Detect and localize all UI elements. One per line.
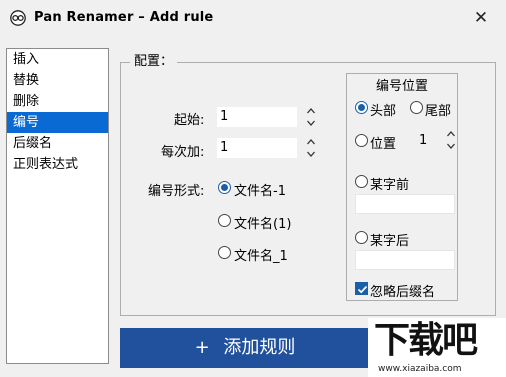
after-char-label[interactable]: 某字后 <box>370 230 409 249</box>
start-input[interactable]: 1 <box>217 107 297 127</box>
format-label: 编号形式: <box>148 184 205 199</box>
step-label: 每次加: <box>161 145 205 160</box>
list-item-replace[interactable]: 替换 <box>7 70 108 91</box>
config-panel: 配置： 起始: 1 每次加: 1 编号形式: 文件名-1 文件名(1) 文件名_… <box>120 48 500 316</box>
rule-type-list[interactable]: 插入 替换 删除 编号 后缀名 正则表达式 <box>6 48 109 364</box>
position-radio-after-char[interactable] <box>355 231 368 244</box>
format-option-underscore[interactable]: 文件名_1 <box>234 245 288 264</box>
add-rule-label: 添加规则 <box>223 337 296 358</box>
format-radio-underscore[interactable] <box>218 246 231 259</box>
position-group-title: 编号位置 <box>372 79 433 95</box>
watermark-url: www.xiazaiba.com <box>378 364 462 374</box>
format-radio-dash[interactable] <box>218 181 231 194</box>
position-head-label[interactable]: 头部 <box>370 100 396 119</box>
watermark-logo: 下载吧 www.xiazaiba.com <box>368 318 506 377</box>
position-radio-tail[interactable] <box>410 101 423 114</box>
list-item-extension[interactable]: 后缀名 <box>7 133 108 154</box>
position-index-label[interactable]: 位置 <box>370 133 396 152</box>
step-input[interactable]: 1 <box>217 138 297 158</box>
add-rule-button[interactable]: + 添加规则 <box>120 328 370 368</box>
list-item-regex[interactable]: 正则表达式 <box>7 154 108 175</box>
position-radio-before-char[interactable] <box>355 175 368 188</box>
list-item-delete[interactable]: 删除 <box>7 91 108 112</box>
app-logo-icon <box>10 10 26 26</box>
position-radio-head[interactable] <box>355 101 368 114</box>
position-radio-index[interactable] <box>355 134 368 147</box>
plus-icon: + <box>194 337 210 358</box>
position-spinner-icon[interactable] <box>446 129 456 151</box>
config-group-title: 配置： <box>130 54 178 70</box>
position-tail-label[interactable]: 尾部 <box>425 100 451 119</box>
format-option-paren[interactable]: 文件名(1) <box>234 213 291 232</box>
list-item-numbering[interactable]: 编号 <box>7 112 108 133</box>
step-spinner-icon[interactable] <box>306 137 316 159</box>
start-label: 起始: <box>174 113 205 128</box>
ignore-extension-label[interactable]: 忽略后缀名 <box>370 281 435 300</box>
position-index-value[interactable]: 1 <box>419 133 427 148</box>
format-radio-paren[interactable] <box>218 214 231 227</box>
list-item-insert[interactable]: 插入 <box>7 49 108 70</box>
close-icon[interactable]: ✕ <box>466 5 496 31</box>
after-char-input[interactable] <box>355 250 455 270</box>
before-char-label[interactable]: 某字前 <box>370 174 409 193</box>
watermark-text: 下载吧 <box>374 320 478 361</box>
format-option-dash[interactable]: 文件名-1 <box>234 180 286 199</box>
checkmark-icon <box>357 285 368 294</box>
title-bar: Pan Renamer – Add rule ✕ <box>0 0 506 37</box>
before-char-input[interactable] <box>355 194 455 214</box>
start-spinner-icon[interactable] <box>306 106 316 128</box>
ignore-extension-checkbox[interactable] <box>355 282 368 295</box>
window-title: Pan Renamer – Add rule <box>34 10 214 25</box>
